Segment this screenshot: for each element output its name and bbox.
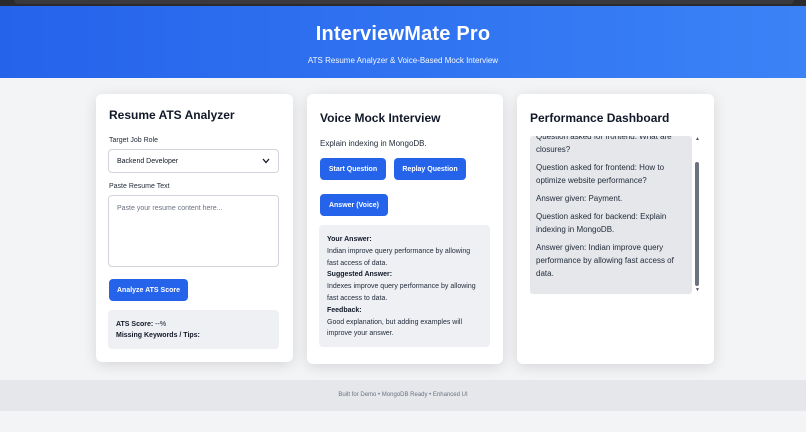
voice-card-title: Voice Mock Interview [320, 111, 441, 125]
scroll-up-arrow-icon[interactable]: ▲ [694, 136, 701, 143]
answer-feedback-box: Your Answer: Indian improve query perfor… [319, 225, 490, 347]
app-title: InterviewMate Pro [315, 23, 491, 45]
feedback-label: Feedback: [327, 306, 362, 314]
resume-textarea[interactable]: Paste your resume content here... [108, 195, 279, 267]
resume-placeholder: Paste your resume content here... [117, 205, 223, 212]
missing-keywords-label: Missing Keywords / Tips: [116, 332, 200, 339]
resume-text-label: Paste Resume Text [109, 183, 170, 190]
your-answer-text: Indian improve query performance by allo… [327, 247, 471, 267]
scroll-down-arrow-icon[interactable]: ▼ [694, 287, 701, 294]
log-entry: Question asked for frontend: How to opti… [536, 163, 665, 185]
feedback-text: Good explanation, but adding examples wi… [327, 318, 463, 338]
answer-voice-button[interactable]: Answer (Voice) [320, 194, 388, 216]
log-scrollbar[interactable]: ▲ ▼ [694, 136, 702, 294]
performance-dashboard-card: Performance Dashboard Question asked for… [517, 94, 714, 364]
analyze-ats-button[interactable]: Analyze ATS Score [109, 279, 188, 301]
scrollbar-thumb[interactable] [695, 162, 699, 286]
your-answer-label: Your Answer: [327, 236, 372, 243]
log-entry: Question asked for backend: Explain inde… [536, 212, 667, 234]
replay-question-button[interactable]: Replay Question [394, 158, 466, 180]
ats-score-label: ATS Score: [116, 321, 154, 328]
page-header: InterviewMate Pro ATS Resume Analyzer & … [0, 6, 806, 78]
start-question-button[interactable]: Start Question [320, 158, 386, 180]
job-role-value: Backend Developer [117, 157, 179, 165]
job-role-select[interactable]: Backend Developer [108, 149, 279, 173]
interview-question: Explain indexing in MongoDB. [320, 139, 427, 148]
log-entry: Answer given: Payment. [536, 194, 623, 203]
ats-card-title: Resume ATS Analyzer [109, 108, 235, 122]
log-entry: Answer given: Indian improve query perfo… [536, 243, 674, 278]
suggested-answer-label: Suggested Answer: [327, 271, 393, 279]
performance-card-title: Performance Dashboard [530, 111, 670, 125]
performance-log[interactable]: Question asked for frontend: What are cl… [530, 136, 692, 294]
browser-tab[interactable] [14, 0, 794, 4]
ats-score-value: --% [155, 321, 167, 328]
footer-text: Built for Demo • MongoDB Ready • Enhance… [338, 392, 468, 398]
page-footer: Built for Demo • MongoDB Ready • Enhance… [0, 380, 806, 411]
chevron-down-icon [262, 158, 270, 164]
job-role-label: Target Job Role [109, 137, 159, 144]
app-subtitle: ATS Resume Analyzer & Voice-Based Mock I… [307, 56, 499, 65]
suggested-answer-text: Indexes improve query performance by all… [327, 283, 476, 302]
ats-result-box: ATS Score: --% Missing Keywords / Tips: [108, 310, 279, 349]
voice-interview-card: Voice Mock Interview Explain indexing in… [307, 94, 503, 364]
ats-analyzer-card: Resume ATS Analyzer Target Job Role Back… [96, 94, 293, 362]
log-entry: Question asked for frontend: What are cl… [536, 136, 672, 154]
